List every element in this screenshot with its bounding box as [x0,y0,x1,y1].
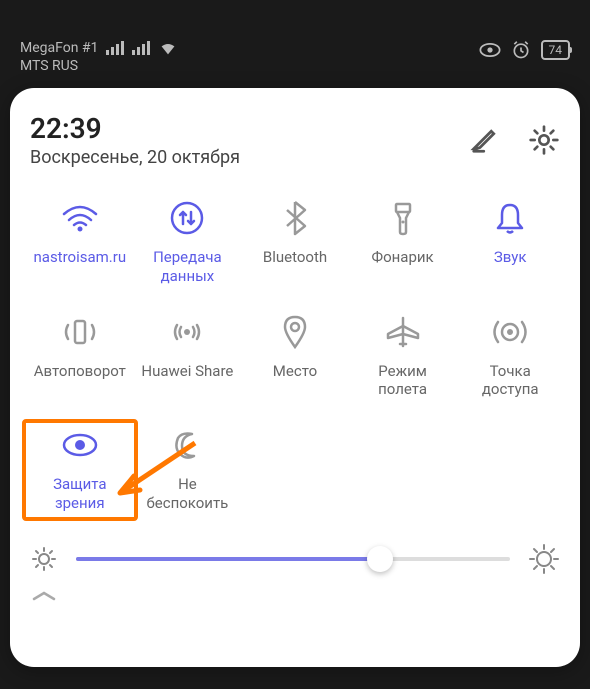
tile-hotspot[interactable]: Точка доступа [460,314,560,400]
clock-time: 22:39 [30,112,240,145]
chevron-up-icon [30,589,58,601]
brightness-high-icon [528,543,560,575]
tile-sound[interactable]: Звук [460,200,560,286]
carrier-2: MTS RUS [20,58,178,74]
tile-label: nastroisam.ru [34,248,127,267]
tiles-grid: nastroisam.ru Передача данных Bluetooth … [30,200,560,513]
tile-label: Режим полета [378,362,427,400]
carrier-1: MegaFon #1 [20,40,98,56]
status-carriers: MegaFon #1 MTS RUS [20,40,178,74]
eye-icon [62,433,98,457]
tile-airplane-mode[interactable]: Режим полета [353,314,453,400]
airplane-icon [386,316,420,348]
brightness-row [30,543,560,575]
alarm-icon [511,40,531,60]
brightness-slider[interactable] [76,557,510,561]
tile-location[interactable]: Место [245,314,345,400]
tile-label: Место [273,362,317,381]
battery-indicator: 74 [541,40,571,60]
tile-flashlight[interactable]: Фонарик [353,200,453,286]
location-icon [282,315,308,349]
tile-label: Не беспокоить [146,475,228,513]
hotspot-icon [492,316,528,348]
brightness-low-icon [30,545,58,573]
bell-icon [494,201,526,235]
tile-label: Защита зрения [53,475,106,513]
flashlight-icon [392,200,414,236]
edit-icon[interactable] [470,125,500,155]
tile-auto-rotate[interactable]: Автоповорот [30,314,130,400]
share-icon [169,317,205,347]
tile-eye-comfort[interactable]: Защита зрения [22,419,138,521]
slider-thumb[interactable] [367,546,393,572]
bluetooth-icon [283,200,307,236]
tile-mobile-data[interactable]: Передача данных [138,200,238,286]
tile-huawei-share[interactable]: Huawei Share [138,314,238,400]
tile-label: Фонарик [372,248,434,267]
quick-settings-panel: 22:39 Воскресенье, 20 октября nastroisam… [10,88,580,667]
tile-label: Звук [494,248,527,267]
clock-date: Воскресенье, 20 октября [30,147,240,168]
panel-handle[interactable] [30,589,560,601]
tile-wifi[interactable]: nastroisam.ru [30,200,130,286]
moon-icon [172,430,202,460]
tile-label: Точка доступа [482,362,539,400]
rotate-icon [62,317,98,347]
tile-label: Автоповорот [34,362,126,381]
status-bar: MegaFon #1 MTS RUS 74 [0,0,590,85]
signal-icon [106,41,124,55]
signal-icon [132,41,150,55]
tile-bluetooth[interactable]: Bluetooth [245,200,345,286]
wifi-icon [158,40,178,56]
data-icon [170,201,204,235]
wifi-icon [62,204,98,232]
gear-icon[interactable] [528,124,560,156]
tile-do-not-disturb[interactable]: Не беспокоить [138,427,238,513]
tile-label: Bluetooth [263,248,327,267]
tile-label: Huawei Share [141,362,233,381]
eye-comfort-icon [479,43,501,57]
tile-label: Передача данных [153,248,222,286]
